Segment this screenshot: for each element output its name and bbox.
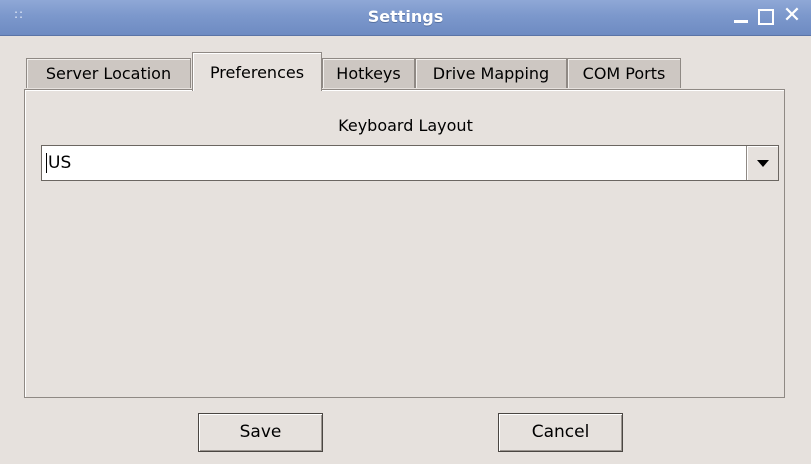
keyboard-layout-value[interactable]: US [46,153,71,173]
maximize-icon[interactable] [755,5,775,27]
chevron-down-icon[interactable] [746,146,778,180]
close-icon[interactable]: ✕ [782,5,802,27]
save-button[interactable]: Save [198,413,323,452]
preferences-panel: Keyboard Layout US [24,89,785,398]
minimize-icon[interactable] [731,5,751,27]
tab-preferences[interactable]: Preferences [192,52,322,91]
title-bar[interactable]: :: Settings ✕ [0,0,811,36]
tab-drive-mapping[interactable]: Drive Mapping [415,58,567,88]
keyboard-layout-select[interactable]: US [41,145,779,181]
window-title: Settings [367,7,444,26]
tab-com-ports[interactable]: COM Ports [567,58,681,88]
save-button-label: Save [239,422,282,442]
cancel-button[interactable]: Cancel [498,413,623,452]
cancel-button-label: Cancel [531,422,590,442]
keyboard-layout-label: Keyboard Layout [338,116,473,135]
tab-server-location[interactable]: Server Location [26,58,191,88]
tab-hotkeys[interactable]: Hotkeys [322,58,415,88]
